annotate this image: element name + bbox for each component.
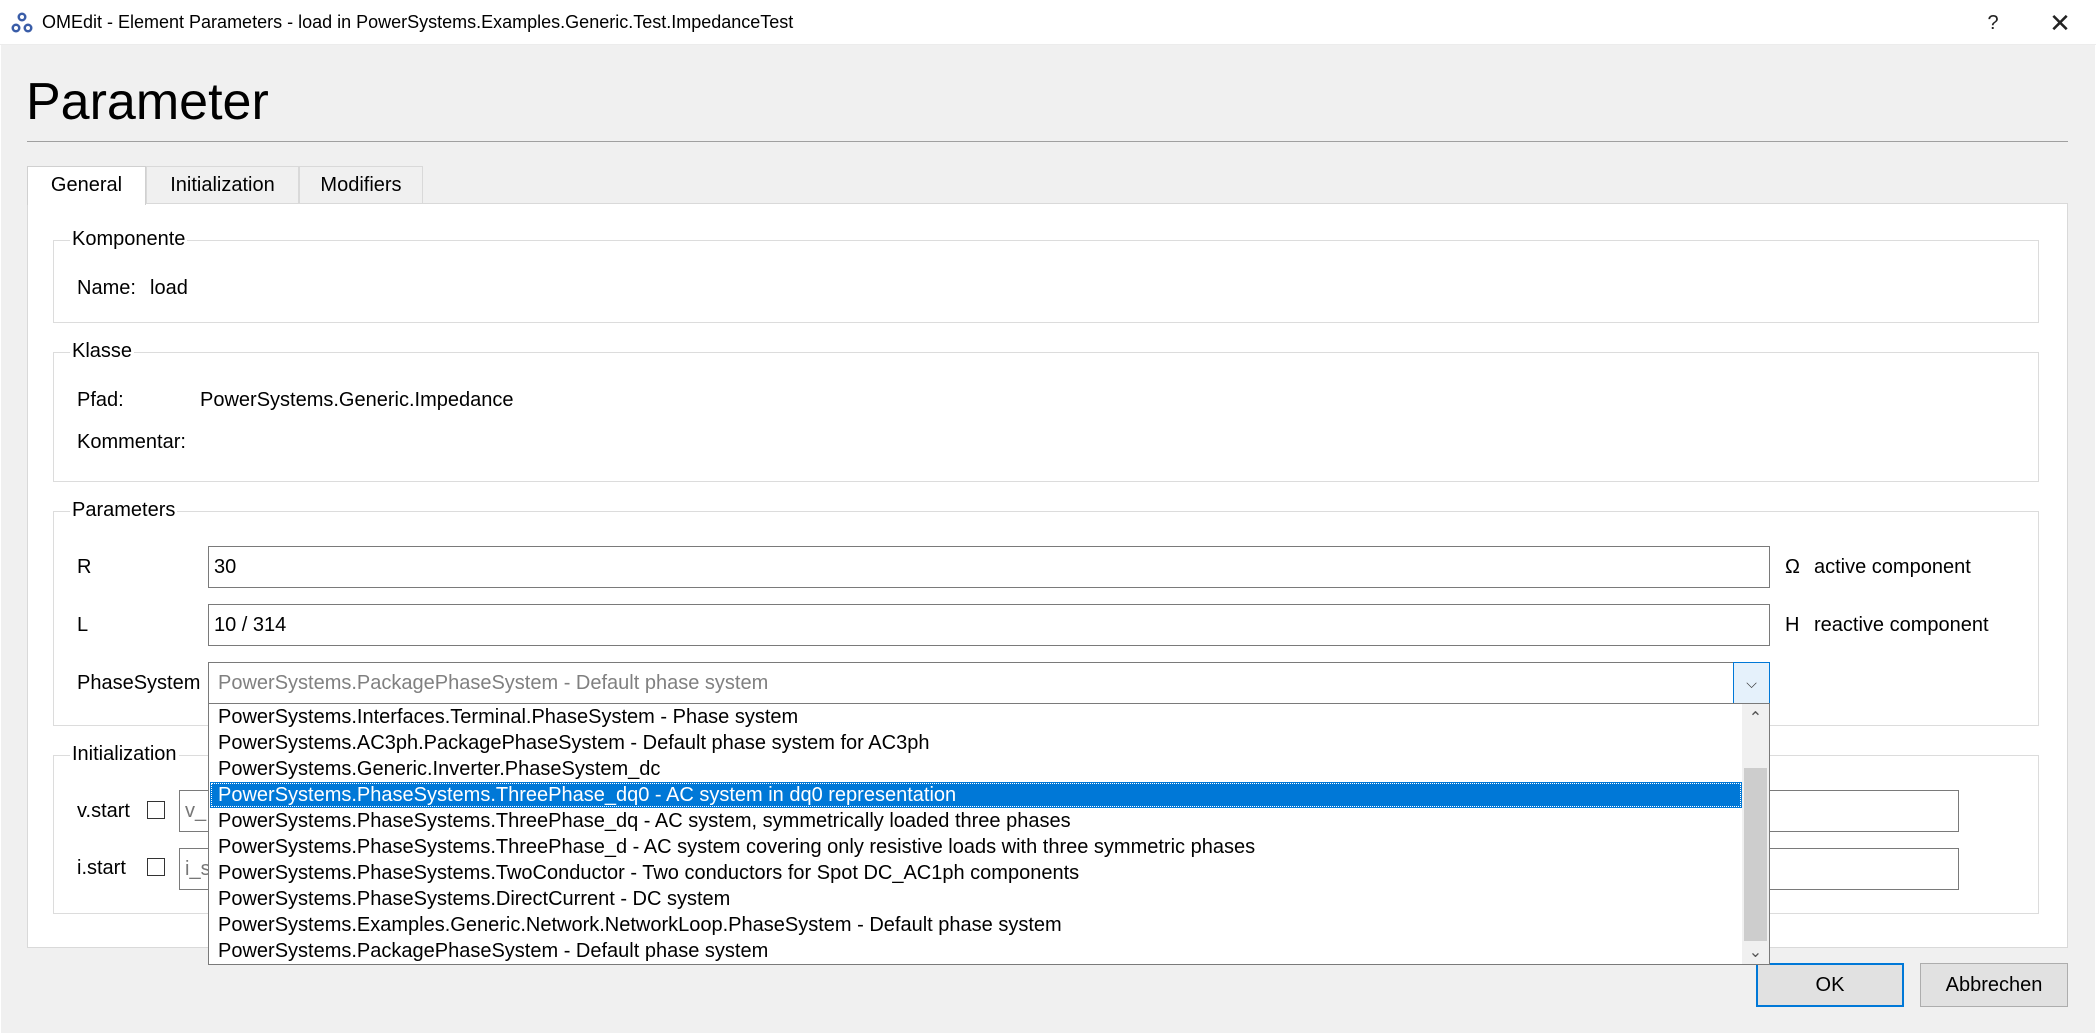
scrollbar-thumb[interactable]	[1744, 768, 1767, 941]
dropdown-option[interactable]: PowerSystems.Examples.Generic.Network.Ne…	[210, 912, 1742, 938]
parameters-group-title: Parameters	[70, 499, 178, 522]
i-start-fixed-checkbox[interactable]	[147, 858, 165, 876]
param-l-unit: H	[1785, 614, 1800, 636]
help-button[interactable]: ?	[1978, 8, 2008, 38]
param-l-comment: reactive component	[1814, 614, 1989, 636]
komponente-group	[53, 240, 2039, 323]
klasse-group	[53, 352, 2039, 482]
cancel-button[interactable]: Abbrechen	[1920, 963, 2068, 1007]
dropdown-option[interactable]: PowerSystems.Generic.Inverter.PhaseSyste…	[210, 756, 1742, 782]
param-r-unit: Ω	[1785, 556, 1800, 578]
scroll-up-icon[interactable]: ⌃	[1742, 706, 1769, 732]
param-r-label: R	[77, 556, 92, 578]
phase-system-select[interactable]: PowerSystems.PackagePhaseSystem - Defaul…	[208, 662, 1770, 704]
komponente-group-title: Komponente	[70, 228, 188, 251]
dropdown-option[interactable]: PowerSystems.AC3ph.PackagePhaseSystem - …	[210, 730, 1742, 756]
dropdown-option[interactable]: PowerSystems.PackagePhaseSystem - Defaul…	[210, 938, 1742, 964]
dropdown-option[interactable]: PowerSystems.PhaseSystems.ThreePhase_d -…	[210, 834, 1742, 860]
omedit-app-icon	[11, 12, 33, 33]
tab-modifiers[interactable]: Modifiers	[299, 166, 423, 204]
klasse-group-title: Klasse	[70, 340, 135, 363]
chevron-down-icon[interactable]: ⌵	[1733, 662, 1770, 704]
name-label: Name:	[77, 277, 136, 299]
dropdown-scrollbar[interactable]: ⌃ ⌄	[1742, 704, 1769, 964]
name-value: load	[150, 277, 188, 299]
v-start-label: v.start	[77, 800, 130, 822]
heading-divider	[27, 141, 2068, 142]
tab-initialization[interactable]: Initialization	[146, 166, 299, 204]
initialization-group-title: Initialization	[70, 743, 179, 766]
pfad-label: Pfad:	[77, 389, 124, 411]
title-bar: OMEdit - Element Parameters - load in Po…	[0, 0, 2096, 45]
phase-system-dropdown-list[interactable]: PowerSystems.Interfaces.Terminal.PhaseSy…	[208, 703, 1770, 965]
kommentar-label: Kommentar:	[77, 431, 186, 453]
param-r-input[interactable]: 30	[208, 546, 1770, 588]
param-r-comment: active component	[1814, 556, 1971, 578]
param-l-input[interactable]: 10 / 314	[208, 604, 1770, 646]
close-icon[interactable]: ✕	[2040, 6, 2080, 40]
dropdown-option[interactable]: PowerSystems.Interfaces.Terminal.PhaseSy…	[210, 704, 1742, 730]
page-title: Parameter	[26, 73, 269, 131]
pfad-value: PowerSystems.Generic.Impedance	[200, 389, 514, 411]
dropdown-option[interactable]: PowerSystems.PhaseSystems.ThreePhase_dq …	[210, 808, 1742, 834]
param-l-label: L	[77, 614, 89, 636]
i-start-label: i.start	[77, 857, 126, 879]
scroll-down-icon[interactable]: ⌄	[1742, 940, 1769, 966]
window-title: OMEdit - Element Parameters - load in Po…	[42, 12, 794, 32]
dropdown-option-highlighted[interactable]: PowerSystems.PhaseSystems.ThreePhase_dq0…	[210, 782, 1742, 808]
v-start-fixed-checkbox[interactable]	[147, 801, 165, 819]
tab-general[interactable]: General	[27, 166, 146, 205]
dropdown-option[interactable]: PowerSystems.PhaseSystems.DirectCurrent …	[210, 886, 1742, 912]
dropdown-option[interactable]: PowerSystems.PhaseSystems.TwoConductor -…	[210, 860, 1742, 886]
phase-system-label: PhaseSystem	[77, 672, 201, 694]
ok-button[interactable]: OK	[1756, 963, 1904, 1007]
